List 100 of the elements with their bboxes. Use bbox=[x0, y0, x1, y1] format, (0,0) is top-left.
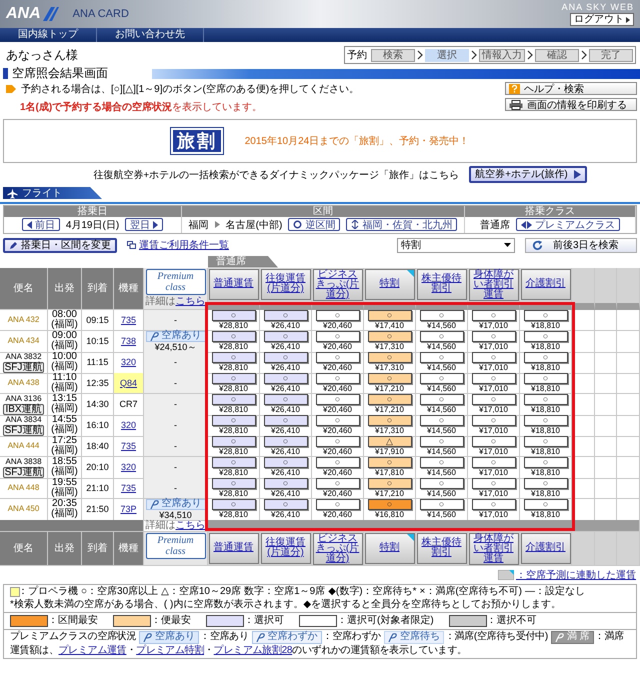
seat-availability-button[interactable]: ○ bbox=[368, 310, 412, 320]
fare-type-dropdown[interactable]: 特割 bbox=[397, 238, 515, 252]
aircraft-link[interactable]: 735 bbox=[120, 314, 136, 324]
package-button[interactable]: 航空券+ホテル(旅作) bbox=[469, 166, 587, 183]
seat-availability-button[interactable]: ○ bbox=[472, 478, 516, 488]
seat-availability-button[interactable]: ○ bbox=[420, 331, 464, 342]
seat-availability-button[interactable]: ○ bbox=[472, 331, 516, 342]
seat-availability-button[interactable]: ○ bbox=[420, 436, 464, 446]
seat-availability-button[interactable]: ○ bbox=[420, 394, 464, 405]
seat-availability-button[interactable]: ○ bbox=[524, 436, 568, 446]
seat-availability-button[interactable]: ○ bbox=[524, 310, 568, 320]
seat-availability-button[interactable]: ○ bbox=[420, 372, 464, 384]
aircraft-link[interactable]: 320 bbox=[120, 357, 136, 367]
seat-availability-button[interactable]: ○ bbox=[524, 352, 568, 363]
seat-availability-button[interactable]: ○ bbox=[524, 372, 568, 384]
premium-class-button[interactable]: Premium class bbox=[146, 268, 206, 294]
seat-availability-button[interactable]: ○ bbox=[368, 331, 412, 342]
seat-availability-button[interactable]: ○ bbox=[368, 372, 412, 384]
seat-availability-button[interactable]: ○ bbox=[264, 499, 308, 510]
seat-availability-button[interactable]: ○ bbox=[420, 457, 464, 468]
forecast-fare-link[interactable]: ：空席予測に連動した運賃 bbox=[516, 568, 636, 582]
seat-availability-button[interactable]: ○ bbox=[368, 478, 412, 488]
seat-availability-button[interactable]: ○ bbox=[316, 352, 360, 363]
seat-availability-button[interactable]: ○ bbox=[212, 415, 256, 426]
aircraft-link[interactable]: 73P bbox=[120, 504, 136, 514]
seat-availability-button[interactable]: ○ bbox=[264, 352, 308, 363]
fare-conditions-link[interactable]: 運賃ご利用条件一覧 bbox=[127, 238, 229, 252]
fare-type-button[interactable]: ビジネスきっぷ(片道分) bbox=[312, 532, 362, 564]
premium-availability-button[interactable]: 空席あり bbox=[146, 498, 206, 510]
seat-availability-button[interactable]: ○ bbox=[316, 436, 360, 446]
seat-availability-button[interactable]: ○ bbox=[264, 310, 308, 320]
fare-type-button[interactable]: ビジネスきっぷ(片道分) bbox=[312, 268, 362, 300]
logout-button[interactable]: ログアウト bbox=[570, 13, 634, 26]
print-button[interactable]: 画面の情報を印刷する bbox=[505, 98, 637, 111]
seat-availability-button[interactable]: ○ bbox=[524, 415, 568, 426]
seat-availability-button[interactable]: ○ bbox=[212, 310, 256, 320]
seat-availability-button[interactable]: ○ bbox=[316, 499, 360, 510]
seat-availability-button[interactable]: ○ bbox=[524, 394, 568, 405]
aircraft-link[interactable]: 735 bbox=[120, 440, 136, 450]
details-link[interactable]: こちら bbox=[176, 520, 206, 530]
seat-availability-button[interactable]: ○ bbox=[264, 436, 308, 446]
nav-link[interactable]: 国内線トップ bbox=[0, 28, 97, 42]
premium-class-button[interactable]: プレミアムクラス bbox=[516, 218, 620, 231]
fare-type-button[interactable]: 往復運賃(片道分) bbox=[260, 532, 310, 564]
aircraft-link[interactable]: 320 bbox=[120, 462, 136, 472]
fare-type-button[interactable]: 介護割引 bbox=[520, 532, 570, 564]
seat-availability-button[interactable]: ○ bbox=[472, 457, 516, 468]
fare-type-button[interactable]: 身体障がい者割引運賃 bbox=[468, 532, 518, 564]
seat-availability-button[interactable]: ○ bbox=[420, 499, 464, 510]
seat-availability-button[interactable]: ○ bbox=[420, 415, 464, 426]
premium-availability-button[interactable]: 空席あり bbox=[146, 330, 206, 342]
search-3-days-button[interactable]: 前後3日を検索 bbox=[525, 238, 637, 252]
fare-type-button[interactable]: 普通運賃 bbox=[208, 268, 258, 300]
premium-fare-link[interactable]: プレミアム旅割28 bbox=[214, 644, 292, 656]
seat-availability-button[interactable]: ○ bbox=[212, 331, 256, 342]
help-button[interactable]: ヘルプ・検索 bbox=[505, 82, 637, 95]
seat-availability-button[interactable]: ○ bbox=[420, 310, 464, 320]
seat-availability-button[interactable]: ○ bbox=[472, 436, 516, 446]
fare-type-button[interactable]: 介護割引 bbox=[520, 268, 570, 300]
seat-availability-button[interactable]: ○ bbox=[264, 394, 308, 405]
seat-availability-button[interactable]: ○ bbox=[212, 457, 256, 468]
seat-availability-button[interactable]: ○ bbox=[212, 499, 256, 510]
seat-availability-button[interactable]: ○ bbox=[264, 478, 308, 488]
seat-availability-button[interactable]: ○ bbox=[264, 415, 308, 426]
seat-availability-button[interactable]: ○ bbox=[368, 499, 412, 510]
change-search-button[interactable]: 搭乗日・区間を変更 bbox=[3, 238, 117, 252]
seat-availability-button[interactable]: ○ bbox=[264, 331, 308, 342]
premium-fare-link[interactable]: プレミアム運賃 bbox=[58, 644, 126, 656]
seat-availability-button[interactable]: ○ bbox=[472, 415, 516, 426]
seat-availability-button[interactable]: ○ bbox=[420, 352, 464, 363]
reverse-route-button[interactable]: 逆区間 bbox=[288, 218, 340, 231]
fare-type-button[interactable]: 身体障がい者割引運賃 bbox=[468, 268, 518, 300]
premium-class-button[interactable]: Premium class bbox=[146, 532, 206, 558]
previous-day-button[interactable]: 前日 bbox=[22, 218, 60, 231]
campaign-banner[interactable]: 旅割 2015年10月24日までの「旅割」、予約・発売中！ bbox=[3, 119, 637, 163]
seat-availability-button[interactable]: ○ bbox=[524, 457, 568, 468]
seat-availability-button[interactable]: ○ bbox=[524, 499, 568, 510]
seat-availability-button[interactable]: ○ bbox=[212, 478, 256, 488]
seat-availability-button[interactable]: ○ bbox=[524, 478, 568, 488]
fare-type-button[interactable]: 株主優待割引 bbox=[416, 532, 466, 564]
aircraft-link[interactable]: 320 bbox=[120, 420, 136, 430]
seat-availability-button[interactable]: ○ bbox=[472, 310, 516, 320]
seat-availability-button[interactable]: ○ bbox=[316, 331, 360, 342]
seat-availability-button[interactable]: ○ bbox=[264, 457, 308, 468]
details-link[interactable]: こちら bbox=[176, 296, 206, 306]
seat-availability-button[interactable]: ○ bbox=[472, 352, 516, 363]
seat-availability-button[interactable]: ○ bbox=[368, 352, 412, 363]
seat-availability-button[interactable]: ○ bbox=[316, 478, 360, 488]
seat-availability-button[interactable]: ○ bbox=[212, 436, 256, 446]
seat-availability-button[interactable]: ○ bbox=[316, 394, 360, 405]
seat-availability-button[interactable]: ○ bbox=[368, 457, 412, 468]
seat-availability-button[interactable]: ○ bbox=[316, 372, 360, 384]
fare-type-button[interactable]: 特割 bbox=[364, 532, 414, 564]
aircraft-link[interactable]: 735 bbox=[120, 482, 136, 492]
seat-availability-button[interactable]: ○ bbox=[316, 415, 360, 426]
fare-type-button[interactable]: 普通運賃 bbox=[208, 532, 258, 564]
seat-availability-button[interactable]: ○ bbox=[368, 394, 412, 405]
seat-availability-button[interactable]: ○ bbox=[316, 310, 360, 320]
next-day-button[interactable]: 翌日 bbox=[125, 218, 164, 231]
aircraft-link[interactable]: Q84 bbox=[120, 378, 137, 388]
